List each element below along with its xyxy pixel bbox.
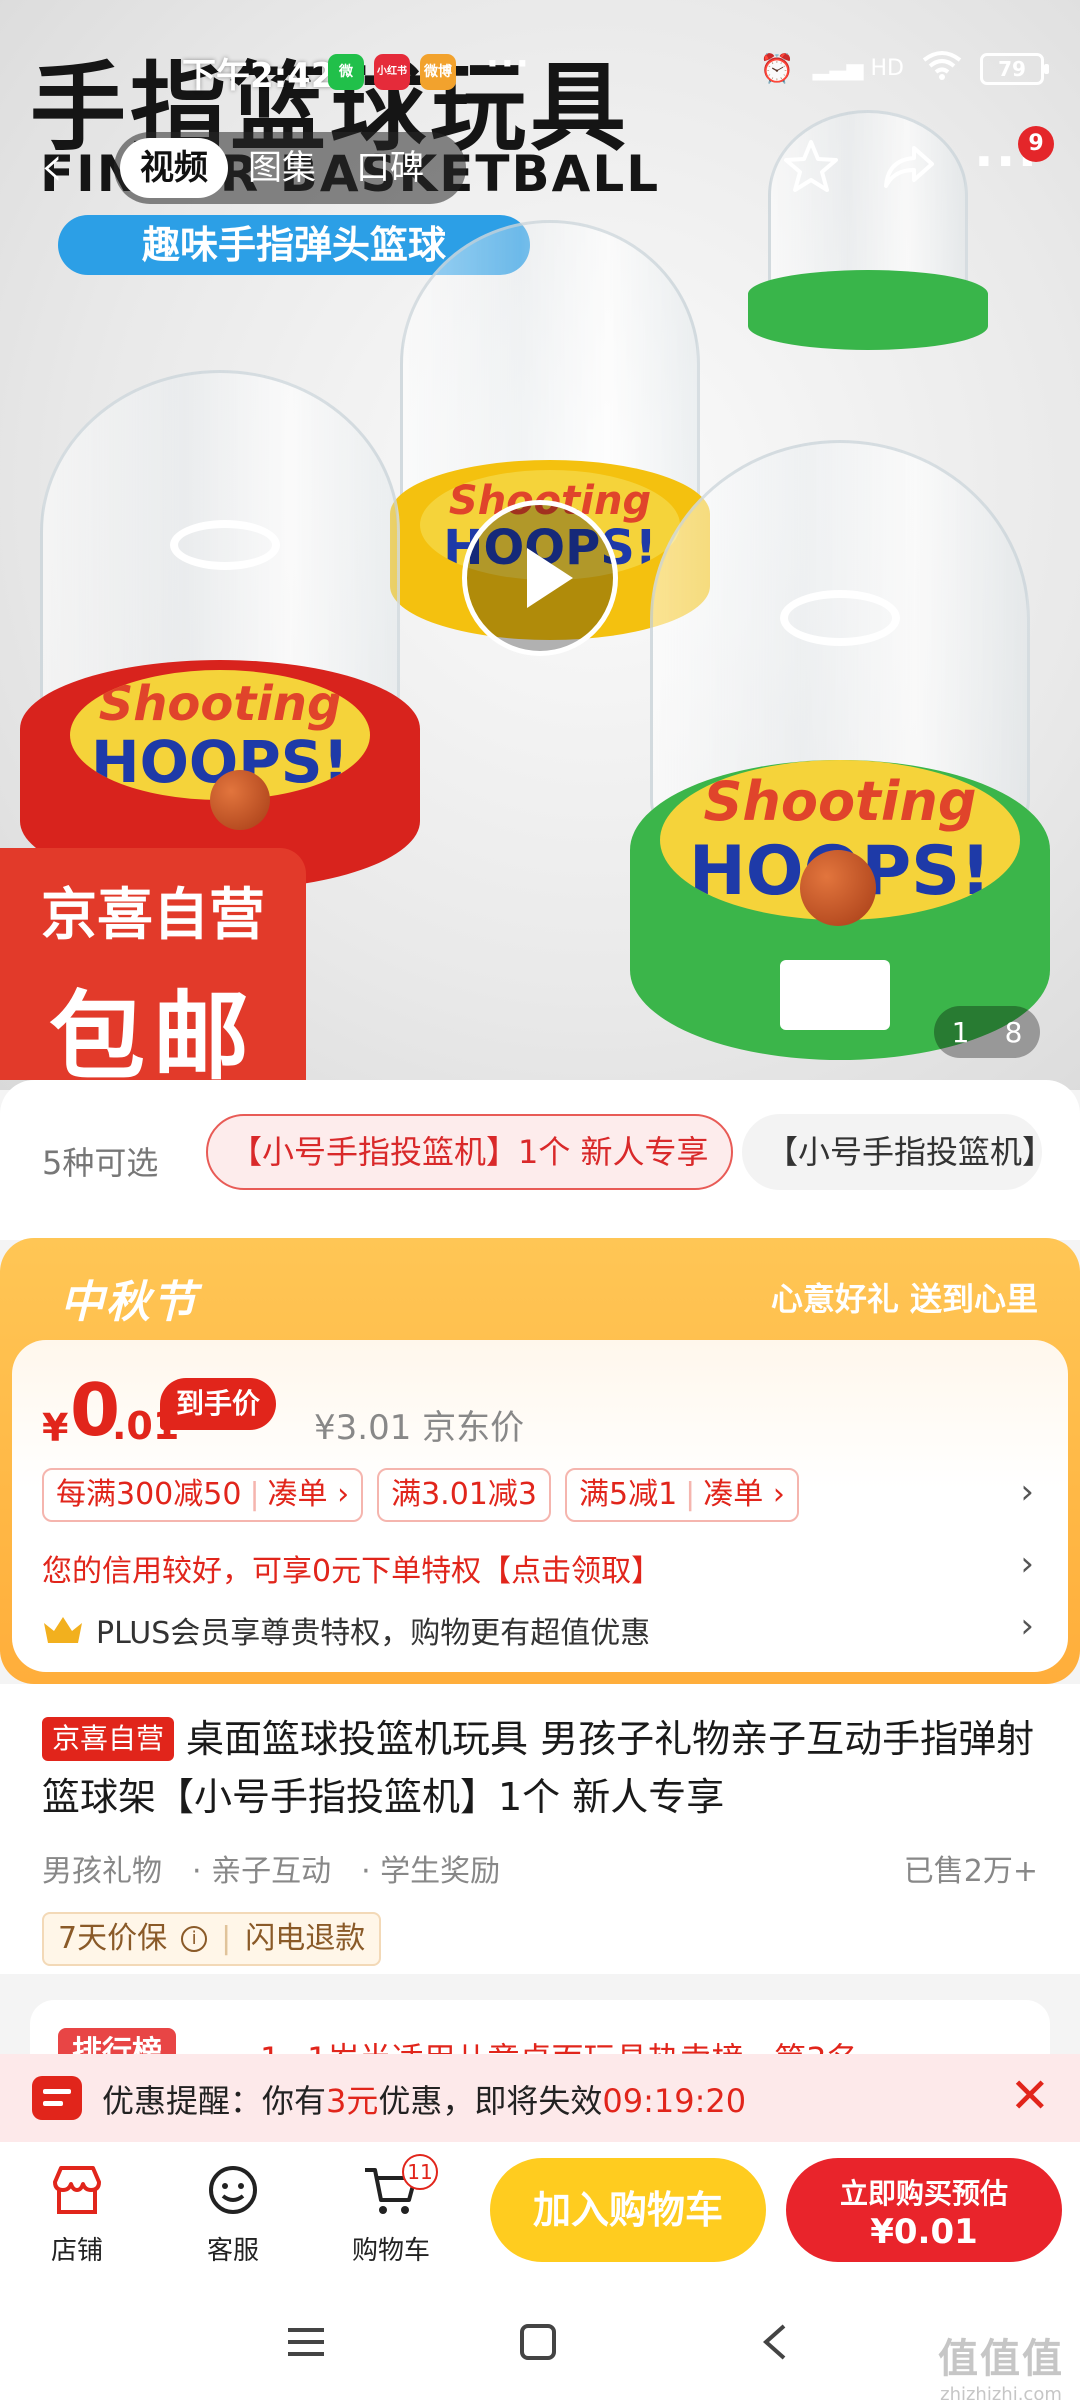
chat-face-icon bbox=[209, 2166, 257, 2214]
plus-membership-row[interactable]: PLUS会员享尊贵特权，购物更有超值优惠 bbox=[42, 1608, 650, 1652]
product-detail-screen: 手指篮球玩具 FINGER BASKETBALL 趣味手指弹头篮球 Shooti… bbox=[0, 0, 1080, 2400]
status-bar: 下午2:42 微 小红书 微博 ··· ⏰ ▂▃▅ HD 79 bbox=[0, 44, 1080, 100]
credit-chevron-icon[interactable]: › bbox=[1020, 1544, 1034, 1584]
customer-service-button[interactable]: 客服 bbox=[178, 2160, 288, 2267]
plus-text: PLUS会员享尊贵特权，购物更有超值优惠 bbox=[96, 1616, 651, 1651]
festival-title: 中秋节 bbox=[60, 1277, 198, 1328]
tab-gallery[interactable]: 图集 bbox=[228, 138, 336, 198]
cart-count-badge: 11 bbox=[402, 2154, 438, 2190]
jd-reference-price: ¥3.01 京东价 bbox=[314, 1408, 525, 1448]
final-price-tag: 到手价 bbox=[160, 1378, 277, 1430]
crown-icon bbox=[44, 1617, 82, 1643]
product-info: 京喜自营 桌面篮球投篮机玩具 男孩子礼物亲子互动手指弹射篮球架【小号手指投篮机】1… bbox=[0, 1684, 1080, 1974]
coupon-chip[interactable]: 满5减1 | 凑单 › bbox=[564, 1468, 799, 1522]
add-to-cart-button[interactable]: 加入购物车 bbox=[490, 2158, 766, 2262]
festival-promo-card: 中秋节 心意好礼 送到心里 ¥ 0 .01 到手价 ¥3.01 京东价 每满30… bbox=[0, 1238, 1080, 1684]
price-currency: ¥ bbox=[42, 1406, 69, 1450]
info-icon: i bbox=[181, 1926, 208, 1952]
tab-video[interactable]: 视频 bbox=[120, 138, 228, 198]
shop-button[interactable]: 店铺 bbox=[22, 2160, 132, 2267]
video-play-button[interactable] bbox=[462, 500, 618, 656]
image-page-counter: 1 8 bbox=[934, 1006, 1040, 1058]
tag-item[interactable]: 男孩礼物 bbox=[42, 1846, 162, 1890]
back-nav-icon[interactable] bbox=[756, 2322, 796, 2362]
variant-selector: 5种可选 【小号手指投篮机】1个 新人专享 【小号手指投篮机】 bbox=[0, 1080, 1080, 1240]
jingxi-badge: 京喜自营 bbox=[42, 1717, 175, 1761]
price-panel: ¥ 0 .01 到手价 ¥3.01 京东价 每满300减50 | 凑单 › 满3.0… bbox=[12, 1340, 1068, 1672]
festival-slogan: 心意好礼 送到心里 bbox=[770, 1280, 1038, 1318]
coupon-row[interactable]: 每满300减50 | 凑单 › 满3.01减3 满5减1 | 凑单 › bbox=[42, 1468, 799, 1522]
menu-icon[interactable] bbox=[286, 2322, 326, 2362]
tab-reviews[interactable]: 口碑 bbox=[336, 138, 444, 198]
status-time: 下午2:42 bbox=[182, 56, 335, 96]
share-icon[interactable] bbox=[880, 138, 938, 196]
plus-chevron-icon[interactable]: › bbox=[1020, 1606, 1034, 1646]
reminder-text: 优惠提醒：你有3元优惠，即将失效09:19:20 bbox=[102, 2082, 747, 2120]
wifi-icon bbox=[922, 50, 962, 87]
weibo-icon: 微博 bbox=[420, 54, 456, 90]
alarm-icon: ⏰ bbox=[759, 52, 795, 85]
tag-item[interactable]: · 学生奖励 bbox=[361, 1846, 500, 1890]
credit-privilege-link[interactable]: 您的信用较好，可享0元下单特权【点击领取】 bbox=[42, 1546, 661, 1590]
product-tags: 男孩礼物 · 亲子互动 · 学生奖励 bbox=[42, 1846, 500, 1890]
close-reminder-button[interactable]: ✕ bbox=[1010, 2068, 1050, 2124]
more-notifications-icon: ··· bbox=[486, 44, 531, 84]
variant-chip-next[interactable]: 【小号手指投篮机】 bbox=[742, 1114, 1042, 1190]
toy-red: Shooting HOOPS! bbox=[20, 370, 420, 890]
coupon-expiry-reminder[interactable]: 优惠提醒：你有3元优惠，即将失效09:19:20 ✕ bbox=[0, 2054, 1080, 2142]
tag-item[interactable]: · 亲子互动 bbox=[192, 1846, 331, 1890]
buy-now-button[interactable]: 立即购买预估 ¥0.01 bbox=[786, 2158, 1062, 2262]
cart-button[interactable]: 11 购物车 bbox=[336, 2154, 446, 2267]
battery-icon: 79 bbox=[980, 52, 1049, 85]
variant-chip-selected[interactable]: 【小号手指投篮机】1个 新人专享 bbox=[206, 1114, 733, 1190]
more-badge: 9 bbox=[1018, 126, 1054, 162]
service-guarantee[interactable]: 7天价保 i | 闪电退款 bbox=[42, 1912, 382, 1966]
coupon-chip[interactable]: 满3.01减3 bbox=[377, 1468, 551, 1522]
system-navigation-bar: 值值值 zhizhizhi.com bbox=[0, 2292, 1080, 2400]
jingxi-free-shipping-badge: 京喜自营 包邮 bbox=[0, 848, 306, 1090]
favorite-star-icon[interactable] bbox=[782, 138, 840, 196]
shop-icon bbox=[53, 2166, 101, 2214]
top-nav-bar: ‹ 视频 图集 口碑 ··· 9 bbox=[0, 126, 1080, 204]
sold-count: 已售2万+ bbox=[903, 1854, 1038, 1889]
signal-icon: ▂▃▅ HD bbox=[812, 56, 904, 81]
wechat-icon: 微 bbox=[328, 54, 364, 90]
site-watermark: 值值值 zhizhizhi.com bbox=[938, 2336, 1064, 2400]
coupon-chevron-icon[interactable]: › bbox=[1020, 1472, 1034, 1512]
toy-green-large: Shooting HOOPS! bbox=[630, 440, 1050, 1080]
coupon-icon bbox=[32, 2076, 82, 2120]
xiaohongshu-icon: 小红书 bbox=[374, 54, 410, 90]
product-title: 京喜自营 桌面篮球投篮机玩具 男孩子礼物亲子互动手指弹射篮球架【小号手指投篮机】1… bbox=[42, 1717, 1035, 1819]
bottom-action-bar: 店铺 客服 11 购物车 加入购物车 立即购买预估 ¥0.01 bbox=[0, 2142, 1080, 2292]
coupon-chip[interactable]: 每满300减50 | 凑单 › bbox=[42, 1468, 364, 1522]
home-icon[interactable] bbox=[518, 2322, 558, 2362]
back-button[interactable]: ‹ bbox=[40, 136, 64, 196]
variant-count[interactable]: 5种可选 bbox=[42, 1138, 158, 1184]
media-tabs: 视频 图集 口碑 bbox=[114, 132, 466, 204]
